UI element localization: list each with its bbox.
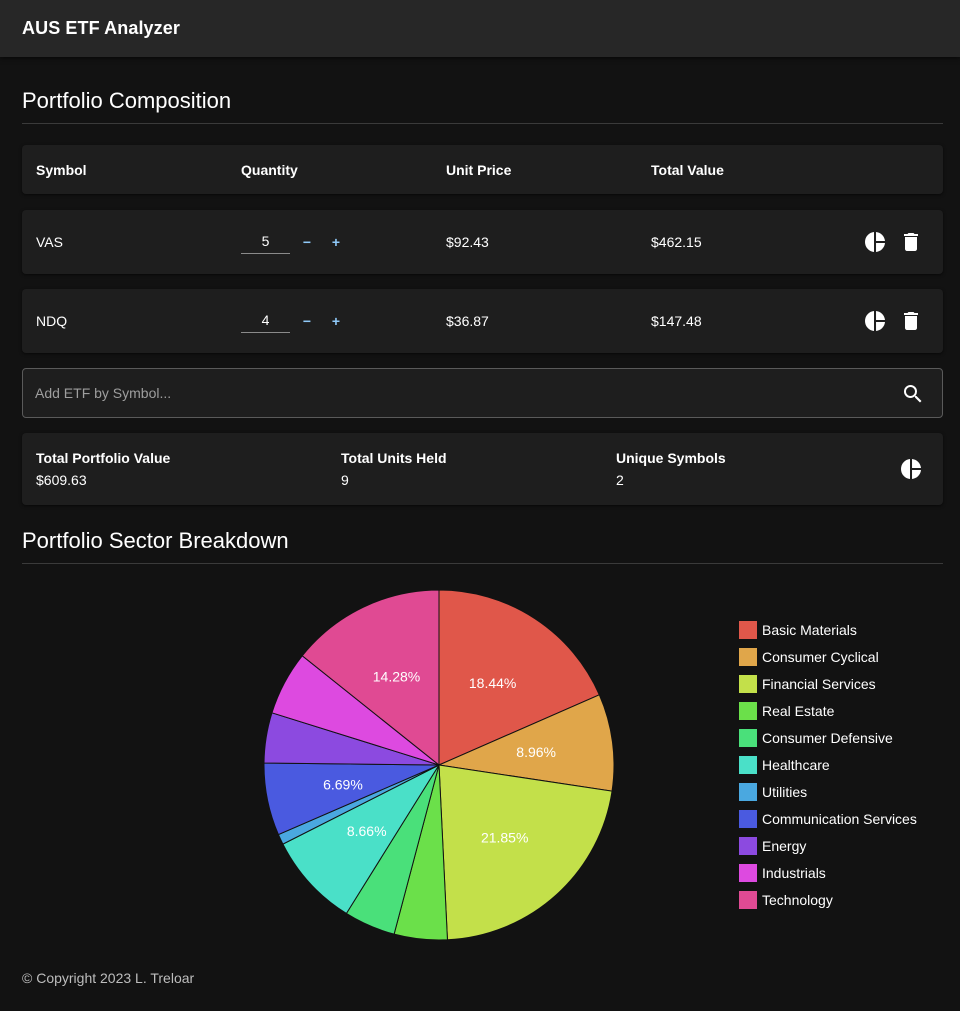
legend-swatch <box>739 783 757 801</box>
legend-label: Energy <box>762 838 807 854</box>
legend-item[interactable]: Communication Services <box>739 810 917 828</box>
legend-item[interactable]: Utilities <box>739 783 807 801</box>
pie-data-label: 6.69% <box>323 776 363 792</box>
pie-data-label: 21.85% <box>481 830 528 846</box>
pie-data-label: 14.28% <box>373 669 420 685</box>
legend-swatch <box>739 810 757 828</box>
legend-label: Communication Services <box>762 811 917 827</box>
legend-label: Basic Materials <box>762 622 857 638</box>
legend-item[interactable]: Financial Services <box>739 675 876 693</box>
copyright-footer: © Copyright 2023 L. Treloar <box>22 970 195 986</box>
legend-item[interactable]: Energy <box>739 837 806 855</box>
legend-label: Utilities <box>762 784 808 800</box>
legend-swatch <box>739 891 757 909</box>
legend-item[interactable]: Real Estate <box>739 702 834 720</box>
legend-item[interactable]: Industrials <box>739 864 826 882</box>
legend-item[interactable]: Basic Materials <box>739 621 857 639</box>
legend-label: Industrials <box>762 865 826 881</box>
pie-data-label: 18.44% <box>469 675 516 691</box>
legend-item[interactable]: Consumer Defensive <box>739 729 893 747</box>
legend-label: Technology <box>762 892 833 908</box>
sector-pie-chart: 18.44% 8.96% 21.85% 8.66% 6.69% 14.28% <box>263 589 615 941</box>
pie-data-label: 8.96% <box>516 744 556 760</box>
legend-swatch <box>739 621 757 639</box>
legend-label: Healthcare <box>762 757 830 773</box>
legend-swatch <box>739 648 757 666</box>
legend-swatch <box>739 837 757 855</box>
legend-label: Real Estate <box>762 703 835 719</box>
legend-swatch <box>739 729 757 747</box>
legend-swatch <box>739 864 757 882</box>
legend-label: Consumer Cyclical <box>762 649 879 665</box>
legend-item[interactable]: Healthcare <box>739 756 830 774</box>
legend-item[interactable]: Technology <box>739 891 833 909</box>
pie-slice-financial-services <box>438 764 613 941</box>
legend-swatch <box>739 756 757 774</box>
legend-label: Financial Services <box>762 676 876 692</box>
legend-label: Consumer Defensive <box>762 730 893 746</box>
legend-item[interactable]: Consumer Cyclical <box>739 648 879 666</box>
legend-swatch <box>739 702 757 720</box>
pie-data-label: 8.66% <box>347 823 387 839</box>
legend-swatch <box>739 675 757 693</box>
